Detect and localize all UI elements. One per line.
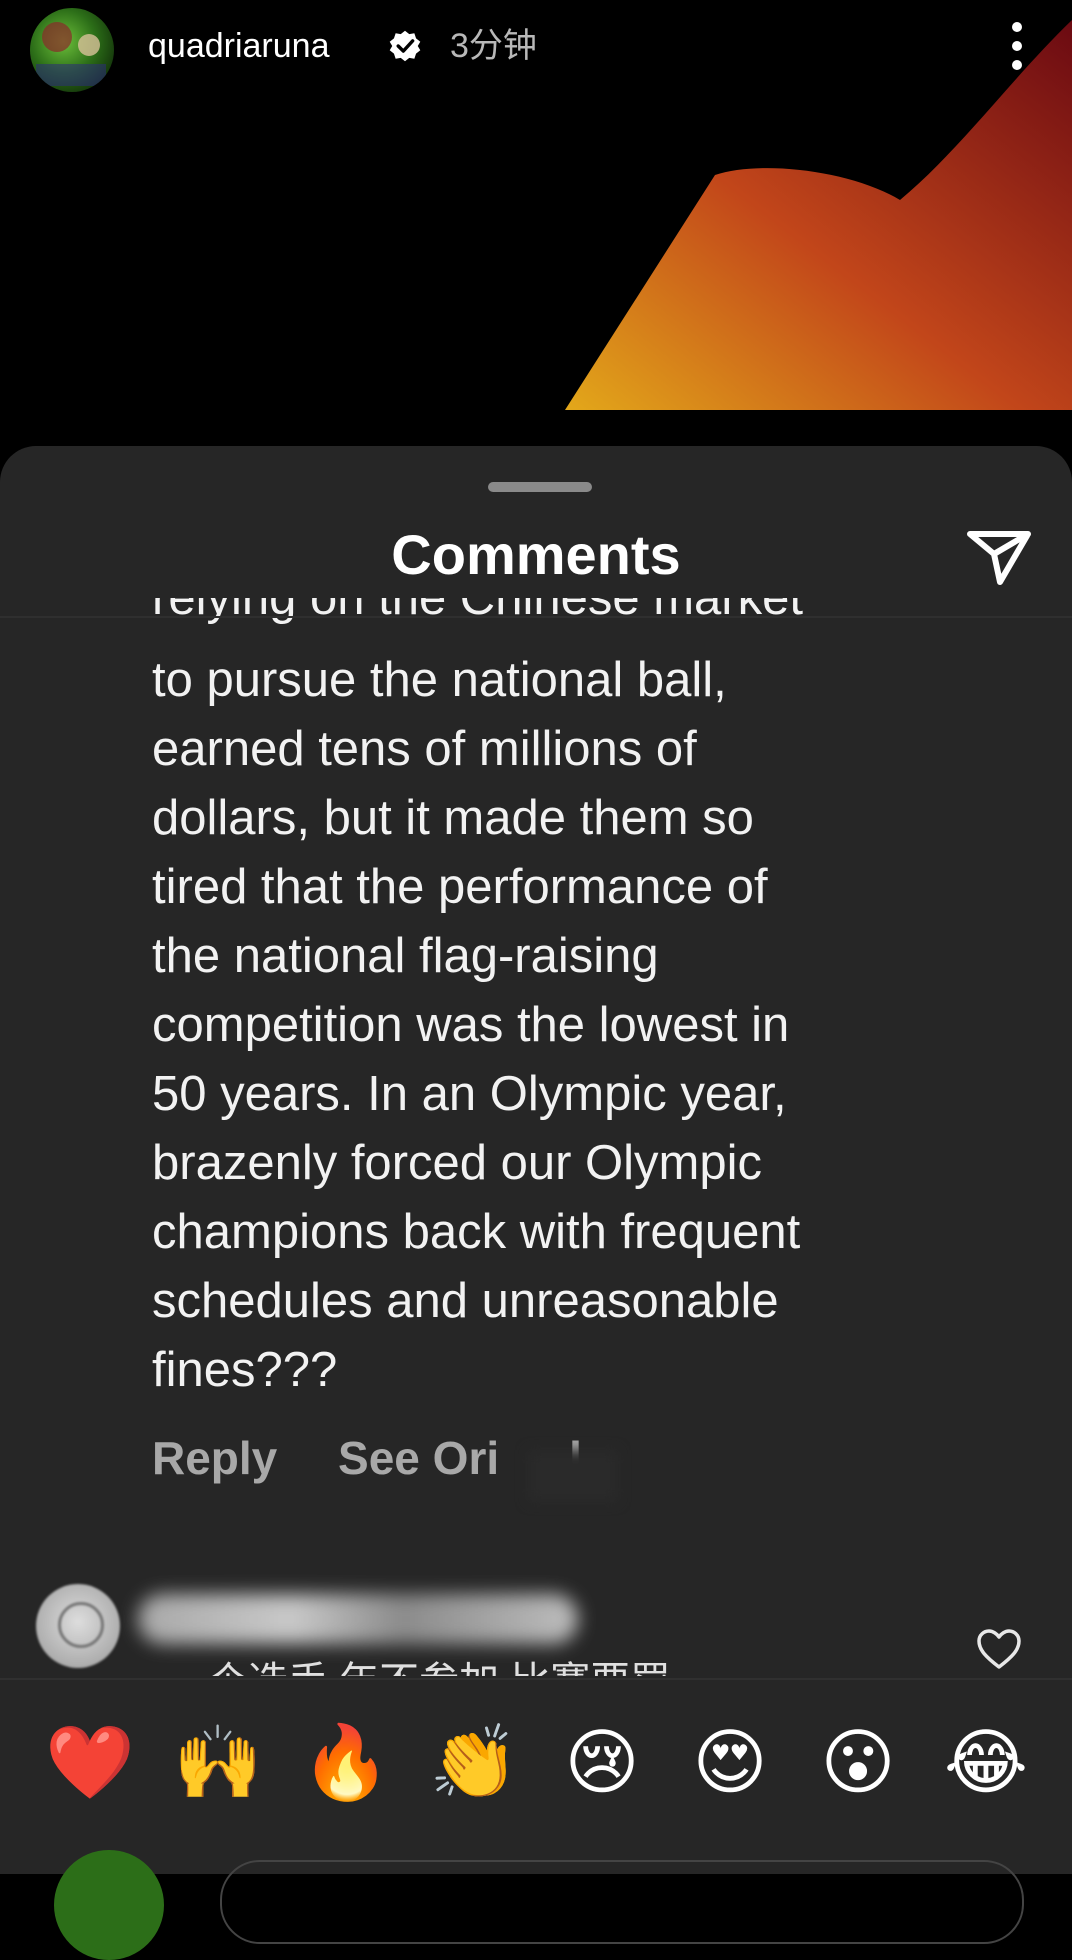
share-icon[interactable] bbox=[964, 526, 1034, 588]
comments-sheet: Comments relying on the Chinese market t… bbox=[0, 446, 1072, 1872]
like-heart-icon[interactable] bbox=[976, 1628, 1022, 1670]
divider bbox=[0, 616, 1072, 618]
emoji-heart-eyes[interactable]: 😍 bbox=[684, 1716, 776, 1808]
story-background: quadriaruna 3分钟 bbox=[0, 0, 1072, 460]
blurred-region bbox=[528, 1450, 618, 1502]
next-comment-text-clipped: 个选手 年不参加 比赛要罚 bbox=[208, 1660, 908, 1676]
username[interactable]: quadriaruna bbox=[148, 22, 329, 70]
emoji-surprised-face[interactable]: 😮 bbox=[812, 1716, 904, 1808]
profile-avatar[interactable] bbox=[30, 8, 114, 92]
comment-actions: Reply See Oril bbox=[152, 1428, 582, 1488]
emoji-tears-of-joy[interactable]: 😂 bbox=[940, 1716, 1032, 1808]
reply-button[interactable]: Reply bbox=[152, 1432, 277, 1484]
emoji-red-heart[interactable]: ❤️ bbox=[44, 1716, 136, 1808]
story-header: quadriaruna 3分钟 bbox=[0, 0, 1072, 100]
emoji-reaction-bar: ❤️ 🙌 🔥 👏 😢 😍 😮 😂 bbox=[0, 1678, 1072, 1960]
comment-cut-line: relying on the Chinese market bbox=[152, 598, 803, 625]
time-ago: 3分钟 bbox=[450, 27, 537, 65]
own-avatar bbox=[54, 1850, 164, 1960]
blurred-username bbox=[138, 1594, 578, 1644]
drag-handle[interactable] bbox=[488, 482, 592, 492]
comment-body: to pursue the national ball, earned tens… bbox=[152, 646, 1032, 1405]
comment-input[interactable] bbox=[220, 1860, 1024, 1944]
comment-text: to pursue the national ball, earned tens… bbox=[152, 653, 801, 1397]
emoji-clapping-hands[interactable]: 👏 bbox=[428, 1716, 520, 1808]
emoji-crying-face[interactable]: 😢 bbox=[556, 1716, 648, 1808]
commenter-avatar[interactable] bbox=[36, 1584, 120, 1668]
more-options-icon[interactable] bbox=[1000, 16, 1034, 76]
emoji-raising-hands[interactable]: 🙌 bbox=[172, 1716, 264, 1808]
emoji-fire[interactable]: 🔥 bbox=[300, 1716, 392, 1808]
verified-badge-icon bbox=[389, 30, 421, 62]
sheet-title: Comments bbox=[391, 523, 681, 586]
